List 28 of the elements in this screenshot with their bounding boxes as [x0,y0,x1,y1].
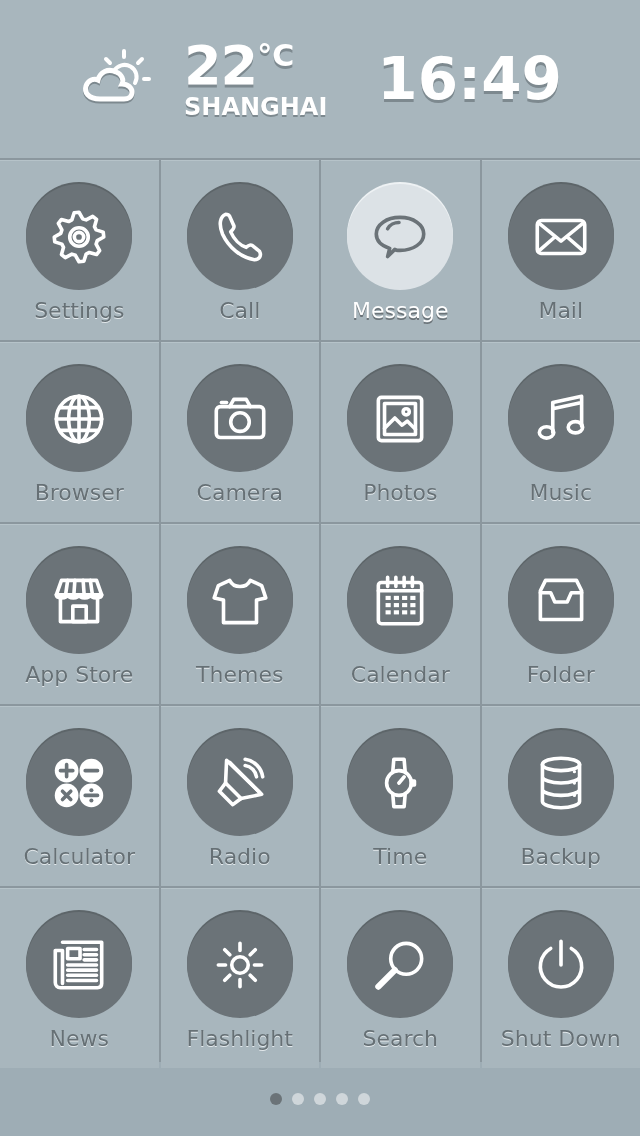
page-indicator-dot[interactable] [314,1093,326,1105]
temperature: 22$^{°C}$ [184,39,296,93]
app-tile[interactable]: Photos [321,342,480,522]
app-tile[interactable]: Message [321,160,480,340]
app-tile[interactable]: Radio [160,706,319,886]
city-name: SHANGHAI [184,95,328,119]
app-tile[interactable]: Call [160,160,319,340]
app-tile[interactable]: Shut Down [481,888,640,1068]
app-tile[interactable]: Backup [481,706,640,886]
page-indicator-dot[interactable] [292,1093,304,1105]
app-tile[interactable]: Flashlight [160,888,319,1068]
page-indicator-dot[interactable] [358,1093,370,1105]
app-tile[interactable]: Browser [0,342,159,522]
app-tile[interactable]: Calculator [0,706,159,886]
app-tile[interactable]: Camera [160,342,319,522]
app-tile[interactable]: Music [481,342,640,522]
app-tile[interactable]: App Store [0,524,159,704]
clock-time: 16:49 [377,45,562,113]
app-tile[interactable]: Themes [160,524,319,704]
app-tile[interactable]: Mail [481,160,640,340]
app-tile[interactable]: Settings [0,160,159,340]
app-tile[interactable]: Time [321,706,480,886]
page-indicator-dot[interactable] [270,1093,282,1105]
app-tile[interactable]: Folder [481,524,640,704]
page-indicator-dot[interactable] [336,1093,348,1105]
app-tile[interactable]: News [0,888,159,1068]
app-tile[interactable]: Calendar [321,524,480,704]
app-tile[interactable]: Search [321,888,480,1068]
